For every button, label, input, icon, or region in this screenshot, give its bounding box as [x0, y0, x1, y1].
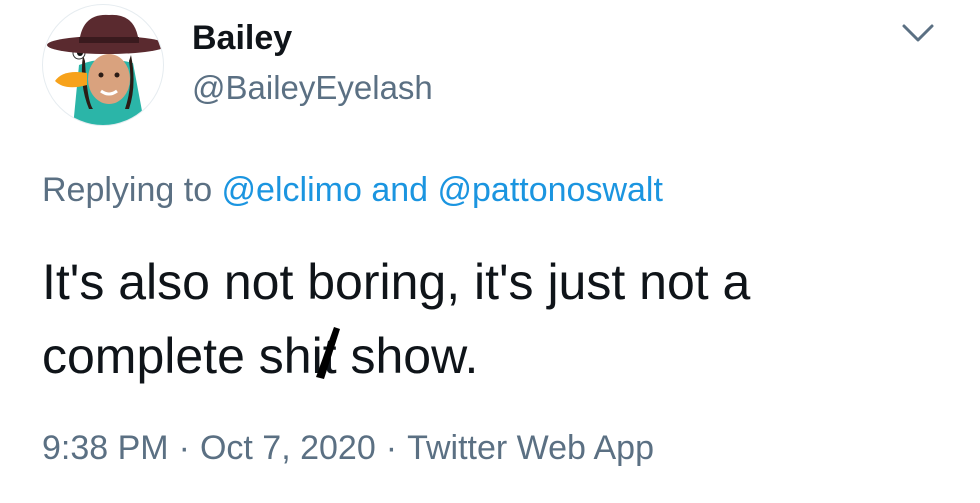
author-display-name[interactable]: Bailey — [192, 16, 292, 60]
tweet-text-line-2: complete shit show. — [42, 319, 942, 393]
tweet-text-after-censor: show. — [336, 328, 479, 384]
avatar-image — [47, 14, 163, 125]
censored-letters: it — [311, 328, 337, 384]
tweet-text: It's also not boring, it's just not a co… — [42, 245, 942, 393]
chevron-down-icon — [902, 24, 934, 42]
replying-conjunction: and — [361, 171, 438, 209]
tweet-source[interactable]: Twitter Web App — [407, 429, 654, 467]
tweet-menu-button[interactable] — [900, 18, 936, 48]
mention-elclimo[interactable]: @elclimo — [222, 171, 362, 209]
censored-word: it — [311, 319, 340, 393]
replying-prefix: Replying to — [42, 171, 222, 209]
tweet-text-line-1: It's also not boring, it's just not a — [42, 254, 751, 310]
tweet-card: Bailey @BaileyEyelash Replying to @elcli… — [0, 0, 980, 503]
mention-pattonoswalt[interactable]: @pattonoswalt — [438, 171, 663, 209]
tweet-text-before-censor: complete sh — [42, 328, 312, 384]
author-avatar[interactable] — [42, 4, 164, 126]
replying-to-line: Replying to @elclimo and @pattonoswalt — [42, 168, 663, 212]
tweet-meta: 9:38 PM · Oct 7, 2020 · Twitter Web App — [42, 426, 654, 470]
meta-separator: · — [178, 429, 190, 467]
author-handle[interactable]: @BaileyEyelash — [192, 66, 433, 110]
tweet-date[interactable]: Oct 7, 2020 — [200, 429, 376, 467]
tweet-time[interactable]: 9:38 PM — [42, 429, 169, 467]
meta-separator: · — [385, 429, 398, 467]
